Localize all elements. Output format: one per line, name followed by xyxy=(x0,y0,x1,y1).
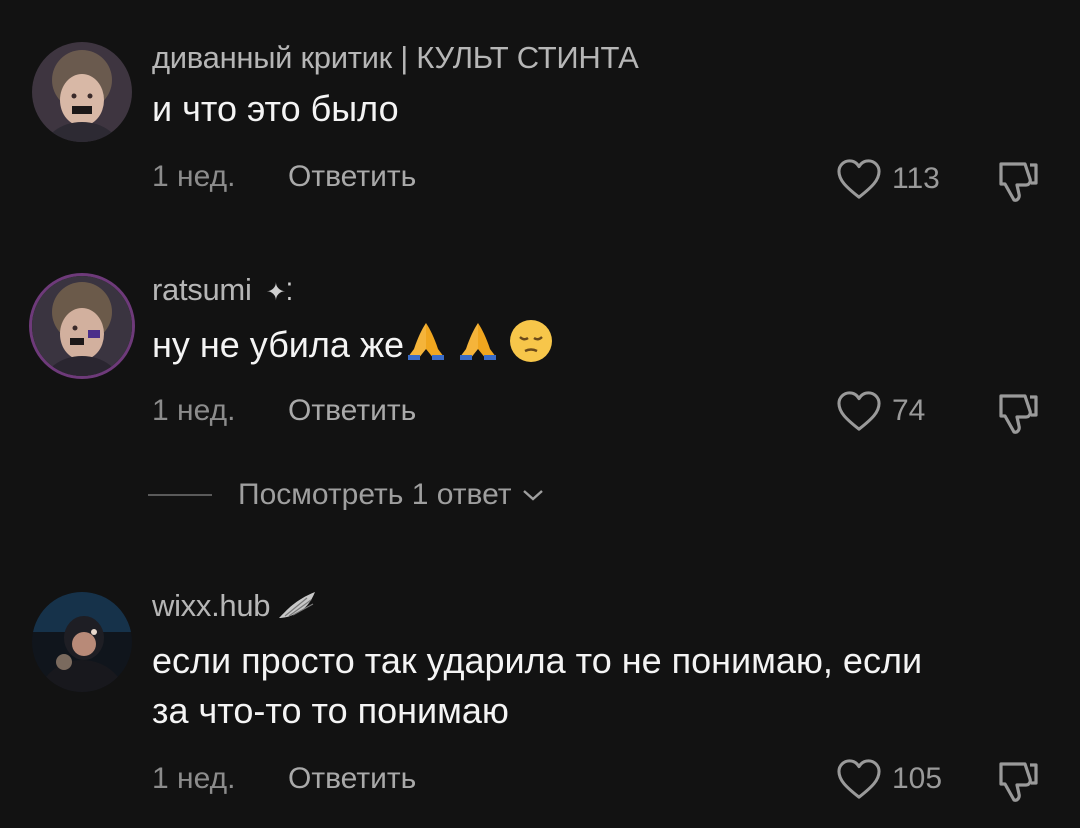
author-name: ratsumi xyxy=(152,272,252,307)
dislike-icon[interactable] xyxy=(992,756,1042,806)
comment-time: 1 нед. xyxy=(152,394,236,427)
sparkle-icon: ✦⁚ xyxy=(265,279,293,306)
comment-meta: 1 нед. Ответить xyxy=(152,160,416,194)
dislike-icon[interactable] xyxy=(992,388,1042,438)
avatar[interactable] xyxy=(32,42,132,142)
like-count: 113 xyxy=(892,162,940,195)
like-button[interactable]: 74 xyxy=(836,390,925,432)
author-name: wixx.hub xyxy=(152,588,271,623)
comment-text: если просто так ударила то не понимаю, е… xyxy=(152,640,923,681)
avatar[interactable] xyxy=(32,276,132,376)
comment-text: ну не убила же xyxy=(152,318,554,377)
comment-time: 1 нед. xyxy=(152,160,236,193)
comment-meta: 1 нед. Ответить xyxy=(152,394,416,428)
comment-text: за что-то то понимаю xyxy=(152,690,509,731)
heart-icon xyxy=(837,391,881,431)
reply-button[interactable]: Ответить xyxy=(288,160,416,193)
pray-emoji xyxy=(404,319,448,376)
heart-icon xyxy=(837,159,881,199)
view-replies-label: Посмотреть 1 ответ xyxy=(238,478,512,511)
chevron-down-icon xyxy=(522,490,543,501)
reply-button[interactable]: Ответить xyxy=(288,762,416,795)
comment-author[interactable]: ratsumi ✦⁚ xyxy=(152,272,293,308)
wing-icon xyxy=(278,592,315,618)
reply-button[interactable]: Ответить xyxy=(288,394,416,427)
comment-time: 1 нед. xyxy=(152,762,236,795)
divider xyxy=(148,494,212,496)
like-button[interactable]: 105 xyxy=(836,758,942,800)
like-button[interactable]: 113 xyxy=(836,158,940,200)
like-count: 74 xyxy=(892,394,926,427)
pensive-emoji xyxy=(508,318,554,377)
comment-author[interactable]: диванный критик | КУЛЬТ СТИНТА xyxy=(152,40,639,76)
like-count: 105 xyxy=(892,762,943,795)
view-replies-button[interactable]: Посмотреть 1 ответ xyxy=(148,478,544,512)
avatar[interactable] xyxy=(32,592,132,692)
comment-author[interactable]: wixx.hub xyxy=(152,588,317,624)
heart-icon xyxy=(837,759,881,799)
comment-meta: 1 нед. Ответить xyxy=(152,762,416,796)
pray-emoji xyxy=(456,319,500,376)
comment-text-body: ну не убила же xyxy=(152,324,405,366)
dislike-icon[interactable] xyxy=(992,156,1042,206)
comment-text: и что это было xyxy=(152,88,399,129)
